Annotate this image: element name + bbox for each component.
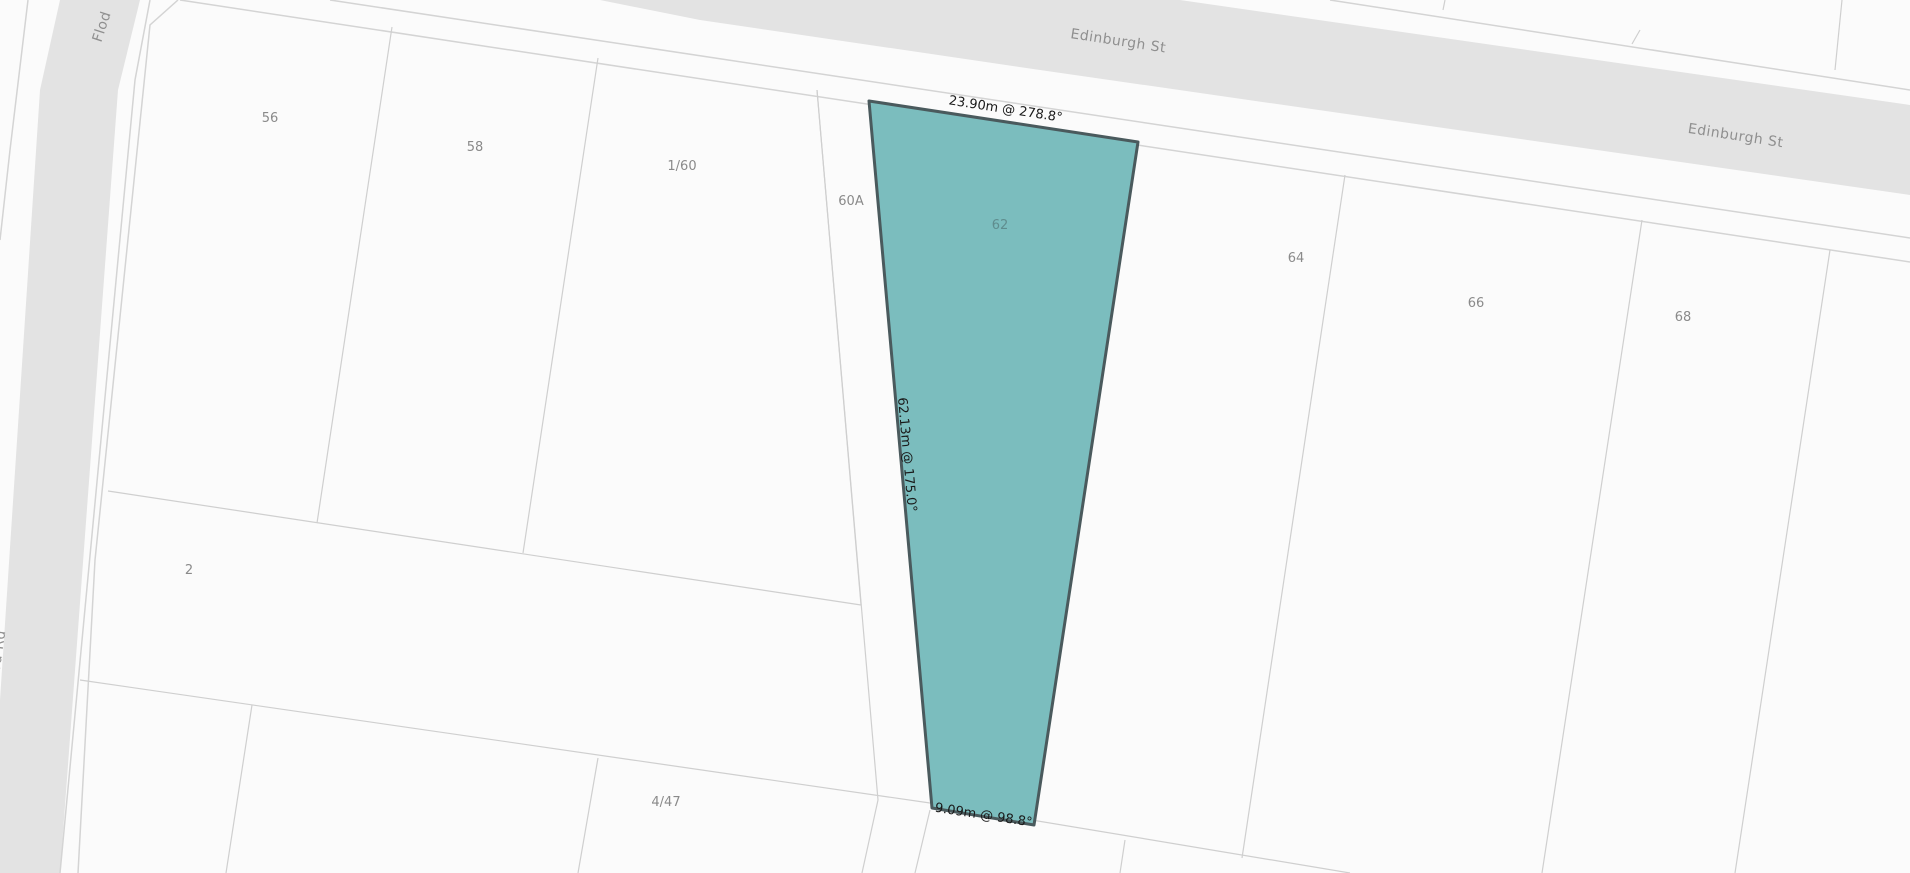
lot-label-68: 68 [1675,310,1692,325]
lot-label-2: 2 [185,563,193,578]
lot-label-58: 58 [467,140,484,155]
lot-label-1-60: 1/60 [667,159,696,174]
lot-label-64: 64 [1288,251,1305,266]
cadastral-map[interactable]: Edinburgh St Edinburgh St Flod ord Rd 56… [0,0,1910,873]
lot-label-66: 66 [1468,296,1485,311]
lot-label-60a: 60A [838,194,864,209]
parcel-number-label: 62 [992,218,1009,233]
lot-label-56: 56 [262,111,279,126]
lot-label-4-47: 4/47 [651,795,680,810]
